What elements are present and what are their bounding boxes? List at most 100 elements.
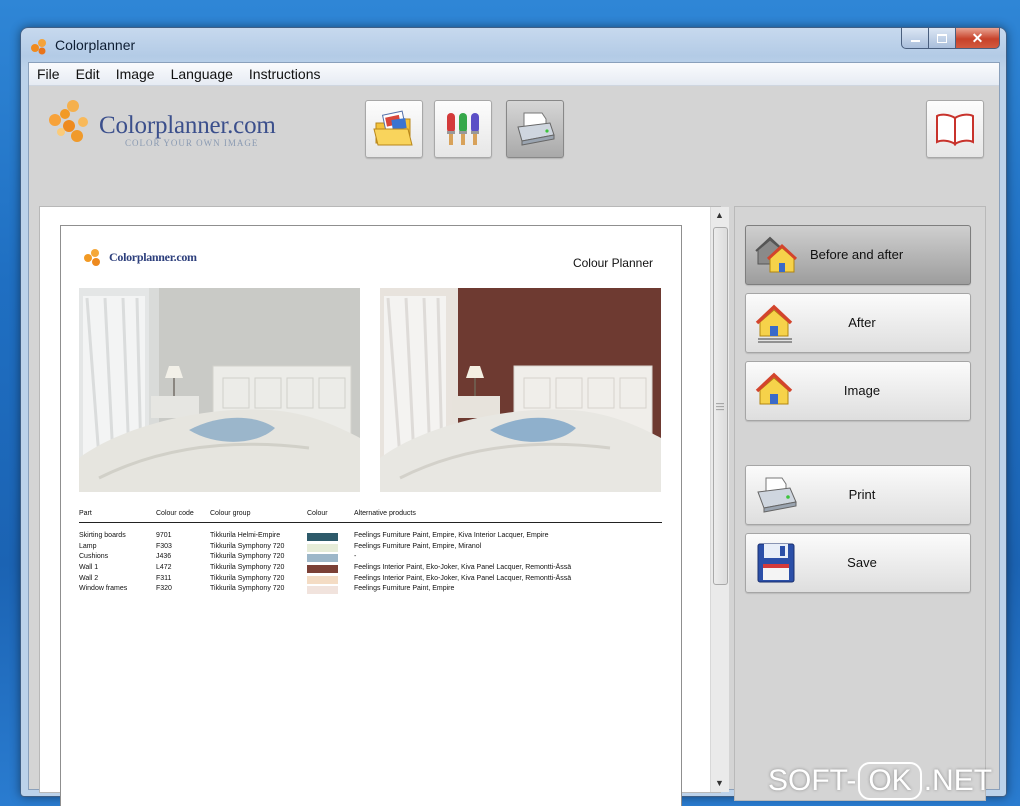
logo-wordmark: Colorplanner.com: [99, 112, 276, 139]
open-image-button[interactable]: [365, 100, 423, 158]
cell-alt: Feelings Furniture Paint, Empire: [354, 585, 455, 593]
cell-code: J436: [156, 553, 172, 561]
window-controls: ✕: [901, 28, 1000, 49]
colorplanner-app-icon: [31, 39, 46, 55]
save-button[interactable]: Save: [745, 533, 971, 593]
cell-group: Tikkurila Helmi-Empire: [210, 532, 281, 539]
menu-edit[interactable]: Edit: [68, 66, 108, 82]
watermark: SOFT- OK .NET: [768, 760, 992, 802]
colours-table: Part Colour code Colour group Colour Alt…: [79, 510, 662, 596]
cell-part: Skirting boards: [79, 532, 126, 539]
watermark-left: SOFT-: [768, 764, 857, 797]
print-toolbar-button[interactable]: [506, 100, 564, 158]
table-row: Cushions J436 Tikkurila Symphony 720 -: [79, 553, 662, 564]
minimize-button[interactable]: [901, 28, 929, 49]
title-bar: Colorplanner ✕: [21, 28, 1006, 62]
close-icon: ✕: [971, 29, 984, 46]
book-icon: [936, 113, 974, 146]
menu-language[interactable]: Language: [163, 66, 241, 82]
menu-file[interactable]: File: [29, 66, 68, 82]
page-logo-text: Colorplanner.com: [109, 250, 197, 264]
bedroom-original-photo: [79, 288, 360, 492]
header-colour: Colour: [307, 510, 328, 517]
header-colour-group: Colour group: [210, 510, 251, 517]
print-preview-pane[interactable]: Colorplanner.com Colour Planner Part Col…: [39, 206, 729, 806]
watermark-right: .NET: [923, 764, 993, 797]
table-row: Lamp F303 Tikkurila Symphony 720 Feeling…: [79, 543, 662, 554]
menu-instructions[interactable]: Instructions: [241, 66, 329, 82]
colour-swatch: [307, 565, 338, 574]
color-brushes-button[interactable]: [434, 100, 492, 158]
before-image: [79, 288, 360, 492]
cell-alt: Feelings Furniture Paint, Empire, Mirano…: [354, 542, 482, 550]
logo-tagline: COLOR YOUR OWN IMAGE: [125, 138, 259, 148]
cell-code: F320: [156, 585, 172, 593]
after-label: After: [848, 315, 876, 330]
cell-group: Tikkurila Symphony 720: [210, 564, 285, 572]
colorplanner-logo: Colorplanner.com COLOR YOUR OWN IMAGE: [43, 98, 303, 158]
print-preview-page: Colorplanner.com Colour Planner Part Col…: [60, 225, 682, 806]
cell-group: Tikkurila Symphony 720: [210, 574, 285, 582]
client-area: File Edit Image Language Instructions Co…: [28, 62, 1000, 806]
page-logo-dots-icon: [84, 249, 100, 266]
cell-code: F303: [156, 542, 172, 550]
paint-brushes-icon: [447, 113, 479, 145]
cell-code: F311: [156, 574, 172, 582]
page-logo: Colorplanner.com: [81, 246, 201, 268]
scrollbar-grip-icon: — — —: [716, 399, 724, 414]
cell-code: 9701: [156, 532, 172, 539]
vertical-scrollbar[interactable]: ▲ — — — ▼: [710, 207, 729, 792]
cell-alt: Feelings Interior Paint, Eko-Joker, Kiva…: [354, 564, 572, 572]
cell-alt: Feelings Furniture Paint, Empire, Kiva I…: [354, 532, 549, 539]
colour-swatch: [307, 554, 338, 563]
cell-group: Tikkurila Symphony 720: [210, 542, 285, 550]
table-row: Wall 2 F311 Tikkurila Symphony 720 Feeli…: [79, 575, 662, 586]
document-title: Colour Planner: [572, 256, 653, 270]
colour-swatch: [307, 575, 338, 584]
cell-code: L472: [156, 564, 172, 572]
close-button[interactable]: ✕: [956, 28, 1000, 49]
menu-bar: File Edit Image Language Instructions: [29, 63, 999, 86]
cell-part: Window frames: [79, 585, 128, 593]
cell-part: Lamp: [79, 542, 97, 550]
print-button[interactable]: Print: [745, 465, 971, 525]
image-button[interactable]: Image: [745, 361, 971, 421]
printer-icon: [517, 112, 555, 146]
table-body: Skirting boards 9701 Tikkurila Helmi-Emp…: [79, 523, 662, 596]
folder-picture-icon: [373, 110, 413, 146]
watermark-ok: OK: [858, 762, 922, 800]
scroll-up-arrow-icon[interactable]: ▲: [715, 210, 724, 220]
cell-group: Tikkurila Symphony 720: [210, 585, 285, 593]
header-alternative-products: Alternative products: [354, 510, 416, 517]
table-header: Part Colour code Colour group Colour Alt…: [79, 510, 662, 523]
after-image: [380, 288, 661, 492]
app-window: Colorplanner ✕ File Edit Image Language …: [20, 27, 1007, 806]
cell-alt: Feelings Interior Paint, Eko-Joker, Kiva…: [354, 574, 572, 582]
logo-dots-icon: [49, 100, 88, 142]
header-part: Part: [79, 510, 92, 517]
bedroom-painted-photo: [380, 288, 661, 492]
toolbar: Colorplanner.com COLOR YOUR OWN IMAGE: [29, 86, 999, 204]
table-row: Skirting boards 9701 Tikkurila Helmi-Emp…: [79, 532, 662, 543]
after-button[interactable]: After: [745, 293, 971, 353]
before-and-after-label: Before and after: [810, 247, 904, 262]
window-title: Colorplanner: [55, 37, 136, 53]
maximize-button[interactable]: [929, 28, 956, 49]
image-label: Image: [843, 383, 881, 398]
before-and-after-button[interactable]: Before and after: [745, 225, 971, 285]
colour-swatch: [307, 543, 338, 552]
colour-swatch: [307, 533, 338, 541]
header-colour-code: Colour code: [156, 510, 194, 517]
table-row: Window frames F320 Tikkurila Symphony 72…: [79, 585, 662, 596]
scroll-down-arrow-icon[interactable]: ▼: [715, 778, 724, 788]
colour-swatch: [307, 586, 338, 595]
save-label: Save: [847, 555, 877, 570]
cell-alt: -: [354, 553, 357, 561]
menu-image[interactable]: Image: [108, 66, 163, 82]
minimize-icon: [910, 40, 920, 42]
cell-part: Cushions: [79, 553, 109, 561]
cell-part: Wall 1: [79, 564, 99, 572]
instructions-book-button[interactable]: [926, 100, 984, 158]
cell-group: Tikkurila Symphony 720: [210, 553, 285, 561]
actions-panel: Before and after After Image Print Save: [734, 206, 986, 801]
